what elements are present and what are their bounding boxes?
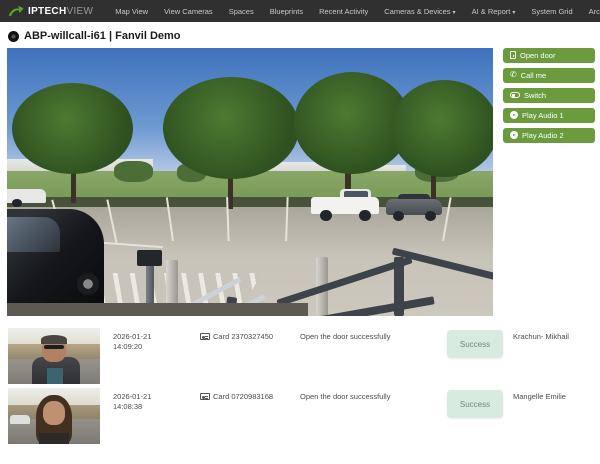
chevron-down-icon: ▾: [512, 10, 515, 16]
camera-live-view[interactable]: [7, 48, 493, 316]
credential: Card 2370327450: [200, 332, 273, 341]
scene-shrub: [114, 161, 153, 182]
person-name: Krachun- Mikhail: [513, 332, 569, 341]
nav-item-ai-report[interactable]: AI & Report▾: [464, 7, 524, 16]
log-row: 2026-01-21 14:08:38 Card 0720983168 Open…: [0, 388, 600, 448]
event-timestamp: 2026-01-21 14:09:20: [113, 332, 151, 352]
nav-items: Map View View Cameras Spaces Blueprints …: [107, 7, 600, 16]
brand-name-bold: IPTECH: [28, 6, 66, 17]
nav-item-system-grid[interactable]: System Grid: [523, 7, 580, 16]
log-row: 2026-01-21 14:09:20 Card 2370327450 Open…: [0, 328, 600, 388]
nav-item-archive-view[interactable]: Archive View: [581, 7, 600, 16]
person-name: Mangelle Emilie: [513, 392, 566, 401]
toggle-icon: [510, 92, 520, 98]
phone-icon: ✆: [510, 71, 517, 79]
iptechview-arrow-icon: [8, 5, 24, 18]
scene-tree: [163, 77, 299, 179]
open-door-button[interactable]: Open door: [503, 48, 595, 63]
id-card-icon: [200, 333, 210, 340]
door-action-panel: Open door ✆ Call me Switch Play Audio 1 …: [503, 48, 595, 316]
id-card-icon: [200, 393, 210, 400]
page-header: ABP-willcall-i61 | Fanvil Demo: [0, 22, 600, 48]
credential: Card 0720983168: [200, 392, 273, 401]
play-icon: [510, 131, 518, 139]
event-message: Open the door successfully: [300, 392, 390, 401]
scene-wheel: [77, 273, 99, 294]
snapshot-thumbnail[interactable]: [8, 388, 100, 444]
call-me-button[interactable]: ✆ Call me: [503, 68, 595, 83]
brand-name-light: VIEW: [66, 6, 93, 17]
scene-wheel: [425, 211, 436, 221]
nav-item-map-view[interactable]: Map View: [107, 7, 156, 16]
top-navbar: IPTECHVIEW Map View View Cameras Spaces …: [0, 0, 600, 22]
door-icon: [510, 51, 516, 59]
play-audio-1-button[interactable]: Play Audio 1: [503, 108, 595, 123]
scene-railing-post: [394, 257, 404, 316]
nav-item-recent-activity[interactable]: Recent Activity: [311, 7, 376, 16]
play-icon: [510, 111, 518, 119]
access-log: 2026-01-21 14:09:20 Card 2370327450 Open…: [0, 328, 600, 448]
nav-item-view-cameras[interactable]: View Cameras: [156, 7, 221, 16]
main-content: Open door ✆ Call me Switch Play Audio 1 …: [0, 48, 600, 316]
event-message: Open the door successfully: [300, 332, 390, 341]
switch-button[interactable]: Switch: [503, 88, 595, 103]
nav-item-cameras-devices[interactable]: Cameras & Devices▾: [376, 7, 463, 16]
scene-shadow: [7, 303, 308, 316]
event-timestamp: 2026-01-21 14:08:38: [113, 392, 151, 412]
scene-tree: [391, 80, 493, 176]
scene-mounted-camera: [137, 250, 161, 266]
brand-logo[interactable]: IPTECHVIEW: [8, 5, 93, 18]
scene-tree: [12, 83, 134, 174]
scene-dark-car-glass: [7, 217, 60, 252]
play-audio-2-button[interactable]: Play Audio 2: [503, 128, 595, 143]
camera-status-icon: [8, 31, 19, 42]
page-title: ABP-willcall-i61 | Fanvil Demo: [24, 30, 181, 42]
nav-item-blueprints[interactable]: Blueprints: [262, 7, 311, 16]
chevron-down-icon: ▾: [453, 10, 456, 16]
status-badge[interactable]: Success: [447, 390, 503, 418]
nav-item-spaces[interactable]: Spaces: [221, 7, 262, 16]
status-badge[interactable]: Success: [447, 330, 503, 358]
snapshot-thumbnail[interactable]: [8, 328, 100, 384]
